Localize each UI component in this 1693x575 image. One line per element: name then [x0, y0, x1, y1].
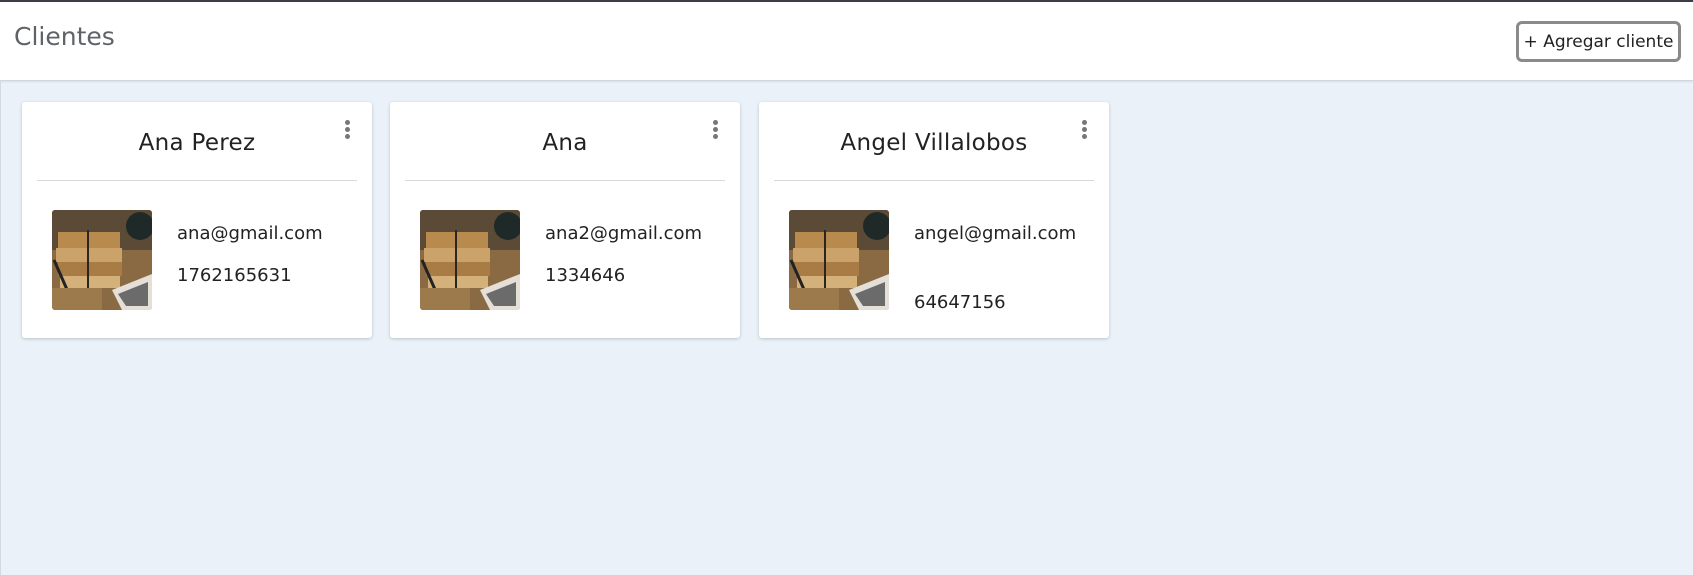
- card-divider: [405, 180, 725, 181]
- card-divider: [37, 180, 357, 181]
- client-name: Angel Villalobos: [840, 130, 1028, 156]
- client-photo-icon: [52, 210, 152, 310]
- more-options-icon[interactable]: [1077, 120, 1091, 144]
- client-phone: 1334646: [545, 265, 626, 286]
- client-phone: 1762165631: [177, 265, 292, 286]
- client-photo-icon: [420, 210, 520, 310]
- client-phone: 64647156: [914, 292, 1006, 313]
- card-divider: [774, 180, 1094, 181]
- client-email: ana@gmail.com: [177, 223, 323, 244]
- client-card: Ana Perez ana@gmail.com 1762165631: [22, 102, 372, 338]
- client-email: angel@gmail.com: [914, 223, 1077, 244]
- more-options-icon[interactable]: [340, 120, 354, 144]
- page-title: Clientes: [14, 22, 115, 51]
- client-name: Ana Perez: [138, 130, 256, 156]
- add-client-button[interactable]: + Agregar cliente: [1516, 21, 1681, 62]
- client-photo-icon: [789, 210, 889, 310]
- client-name: Ana: [542, 130, 588, 156]
- page-header: Clientes + Agregar cliente: [0, 2, 1693, 81]
- more-options-icon[interactable]: [708, 120, 722, 144]
- client-card: Ana ana2@gmail.com 1334646: [390, 102, 740, 338]
- client-card: Angel Villalobos angel@gmail.com 6464715…: [759, 102, 1109, 338]
- left-divider: [0, 80, 1, 575]
- client-email: ana2@gmail.com: [545, 223, 703, 244]
